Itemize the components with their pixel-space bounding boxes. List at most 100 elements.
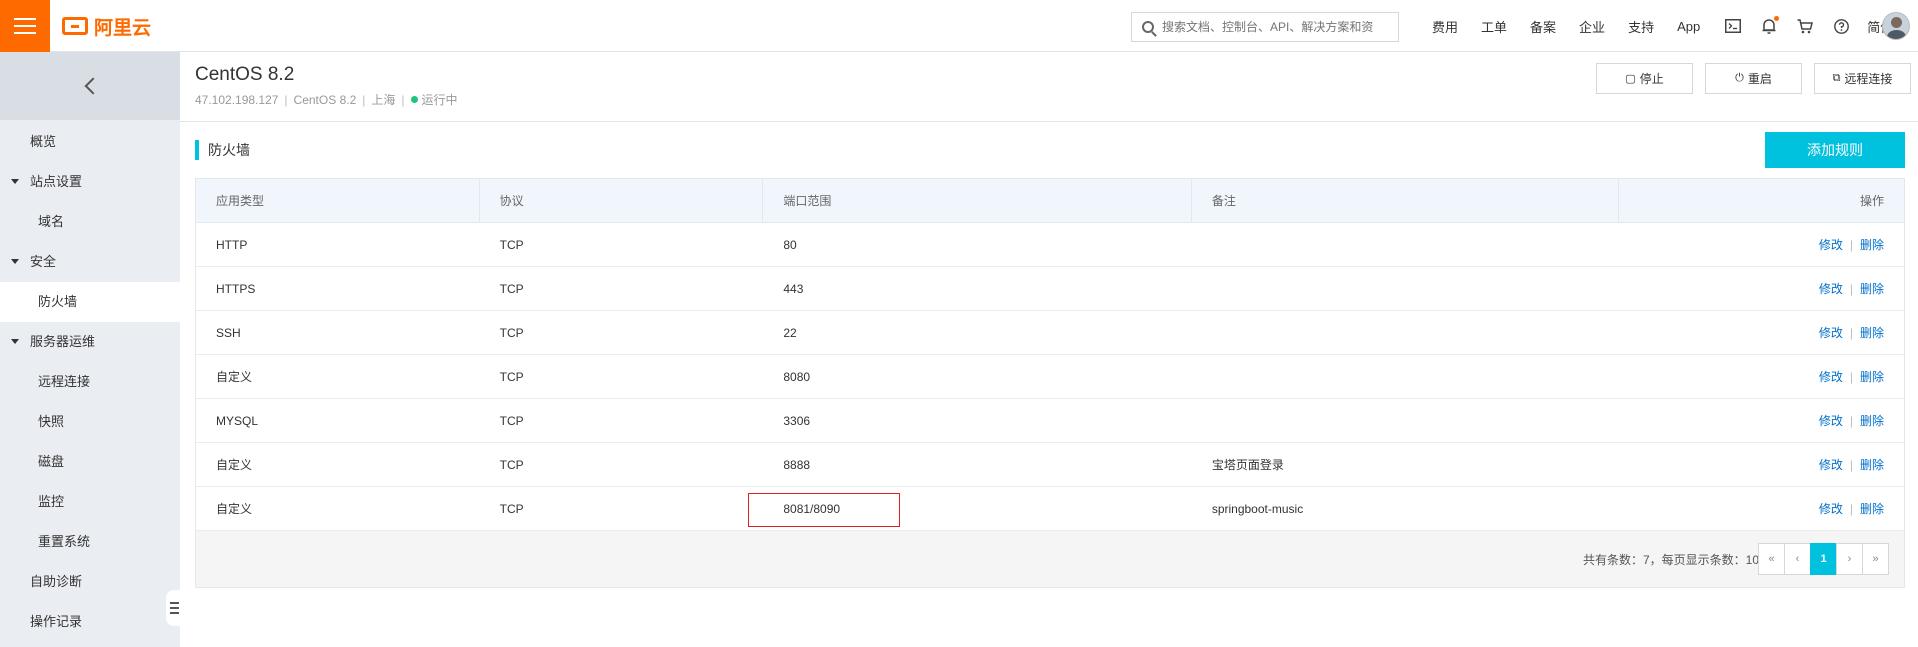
table-header: 应用类型 协议 端口范围 备注 操作: [196, 179, 1904, 223]
edit-link[interactable]: 修改: [1819, 370, 1843, 384]
edit-link[interactable]: 修改: [1819, 326, 1843, 340]
sidebar-group-site-settings[interactable]: 站点设置: [0, 162, 180, 202]
sidebar-item-label: 操作记录: [30, 614, 83, 629]
instance-os: CentOS 8.2: [293, 92, 357, 107]
sidebar: 概览 站点设置 域名 安全 防火墙 服务器运维 远程连接 快照 磁盘 监控 重置…: [0, 52, 182, 647]
brand-name: 阿里云: [94, 17, 152, 39]
caret-down-icon: [11, 259, 19, 264]
add-rule-button[interactable]: 添加规则: [1765, 132, 1905, 168]
sidebar-group-security[interactable]: 安全: [0, 242, 180, 282]
delete-link[interactable]: 删除: [1860, 282, 1884, 296]
instance-info: 47.102.198.127 | CentOS 8.2 | 上海 | 运行中: [195, 91, 458, 108]
remote-connect-button[interactable]: ⧉ 远程连接: [1814, 63, 1911, 94]
edit-link[interactable]: 修改: [1819, 414, 1843, 428]
sidebar-item-label: 远程连接: [38, 374, 91, 389]
menu-icon[interactable]: [0, 0, 50, 52]
sidebar-item-overview[interactable]: 概览: [0, 122, 180, 162]
instance-region: 上海: [371, 93, 396, 107]
delete-link[interactable]: 删除: [1860, 238, 1884, 252]
search-input[interactable]: [1162, 20, 1382, 34]
action-separator: |: [1849, 282, 1853, 296]
cell-actions: 修改 | 删除: [1619, 223, 1904, 267]
cell-type: HTTP: [216, 238, 248, 252]
cell-protocol: TCP: [499, 326, 524, 340]
sidebar-item-label: 重置系统: [38, 534, 91, 549]
delete-link[interactable]: 删除: [1860, 502, 1884, 516]
table-footer: 共有条数：7，每页显示条数：10 « ‹ 1 › »: [196, 531, 1904, 587]
last-page-button[interactable]: »: [1862, 543, 1889, 575]
firewall-table: 应用类型 协议 端口范围 备注 操作 HTTP TCP 80 修改 | 删除 HTT…: [195, 178, 1905, 588]
page-title: CentOS 8.2: [195, 64, 295, 85]
help-icon[interactable]: [1831, 16, 1851, 36]
delete-link[interactable]: 删除: [1860, 370, 1884, 384]
bell-icon[interactable]: [1759, 16, 1780, 36]
nav-ticket[interactable]: 工单: [1481, 17, 1507, 36]
sidebar-item-label: 磁盘: [38, 454, 65, 469]
sidebar-item-snapshot[interactable]: 快照: [0, 402, 180, 442]
separator: |: [284, 92, 288, 107]
delete-link[interactable]: 删除: [1860, 326, 1884, 340]
sidebar-item-remote-connect[interactable]: 远程连接: [0, 362, 180, 402]
edit-link[interactable]: 修改: [1819, 238, 1843, 252]
table-row: SSH TCP 22 修改 | 删除: [196, 311, 1904, 355]
caret-down-icon: [11, 339, 19, 344]
delete-link[interactable]: 删除: [1860, 458, 1884, 472]
delete-link[interactable]: 删除: [1860, 414, 1884, 428]
sidebar-item-label: 监控: [38, 494, 65, 509]
edit-link[interactable]: 修改: [1819, 458, 1843, 472]
column-header: 操作: [1859, 194, 1884, 208]
table-row: 自定义 TCP 8888 宝塔页面登录 修改 | 删除: [196, 443, 1904, 487]
pagination: « ‹ 1 › »: [1758, 543, 1889, 575]
search-box[interactable]: [1131, 12, 1399, 42]
top-nav: 费用 工单 备案 企业 支持 App 简体: [1432, 0, 1916, 52]
sidebar-item-domain[interactable]: 域名: [0, 202, 180, 242]
column-header: 端口范围: [763, 179, 1192, 223]
cell-actions: 修改 | 删除: [1619, 355, 1904, 399]
sidebar-group-server-ops[interactable]: 服务器运维: [0, 322, 180, 362]
cell-port: 3306: [783, 414, 811, 428]
action-separator: |: [1849, 414, 1853, 428]
sidebar-item-firewall[interactable]: 防火墙: [0, 282, 180, 322]
instance-ip: 47.102.198.127: [195, 92, 279, 107]
prev-page-button[interactable]: ‹: [1784, 543, 1811, 575]
cell-type: SSH: [216, 326, 241, 340]
total-count: 共有条数：7，每页显示条数：10: [1582, 553, 1759, 567]
first-page-button[interactable]: «: [1758, 543, 1785, 575]
sidebar-item-self-diagnosis[interactable]: 自助诊断: [0, 562, 180, 602]
nav-support[interactable]: 支持: [1628, 17, 1654, 36]
column-header: 协议: [480, 179, 764, 223]
sidebar-collapse-icon[interactable]: [166, 590, 182, 626]
search-icon: [1142, 21, 1154, 33]
back-button[interactable]: [0, 52, 180, 120]
sidebar-item-reset-system[interactable]: 重置系统: [0, 522, 180, 562]
terminal-icon[interactable]: [1723, 16, 1743, 36]
restart-label: 重启: [1747, 72, 1772, 86]
sidebar-item-operation-log[interactable]: 操作记录: [0, 602, 180, 642]
table-row: HTTP TCP 80 修改 | 删除: [196, 223, 1904, 267]
remote-label: 远程连接: [1844, 72, 1893, 86]
stop-button[interactable]: ▢ 停止: [1596, 63, 1693, 94]
cart-icon[interactable]: [1795, 16, 1815, 36]
nav-icp[interactable]: 备案: [1530, 17, 1556, 36]
nav-billing[interactable]: 费用: [1432, 17, 1458, 36]
cell-protocol: TCP: [499, 370, 524, 384]
edit-link[interactable]: 修改: [1819, 502, 1843, 516]
nav-app[interactable]: App: [1677, 19, 1700, 34]
table-row: MYSQL TCP 3306 修改 | 删除: [196, 399, 1904, 443]
sidebar-item-label: 自助诊断: [30, 574, 83, 589]
nav-enterprise[interactable]: 企业: [1579, 17, 1605, 36]
restart-button[interactable]: ⏻ 重启: [1705, 63, 1802, 94]
sidebar-item-label: 服务器运维: [30, 334, 96, 349]
edit-link[interactable]: 修改: [1819, 282, 1843, 296]
next-page-button[interactable]: ›: [1836, 543, 1863, 575]
aliyun-logo[interactable]: 阿里云: [62, 12, 151, 40]
page-1-button[interactable]: 1: [1810, 543, 1837, 575]
stop-icon: ▢: [1625, 73, 1636, 85]
table-row: 自定义 TCP 8081/8090 springboot-music 修改 | 删除: [196, 487, 1904, 531]
avatar[interactable]: [1882, 12, 1910, 40]
cell-note: springboot-music: [1211, 502, 1304, 516]
sidebar-item-disk[interactable]: 磁盘: [0, 442, 180, 482]
sidebar-item-monitor[interactable]: 监控: [0, 482, 180, 522]
sidebar-item-label: 站点设置: [30, 174, 83, 189]
cell-note: 宝塔页面登录: [1211, 458, 1284, 472]
